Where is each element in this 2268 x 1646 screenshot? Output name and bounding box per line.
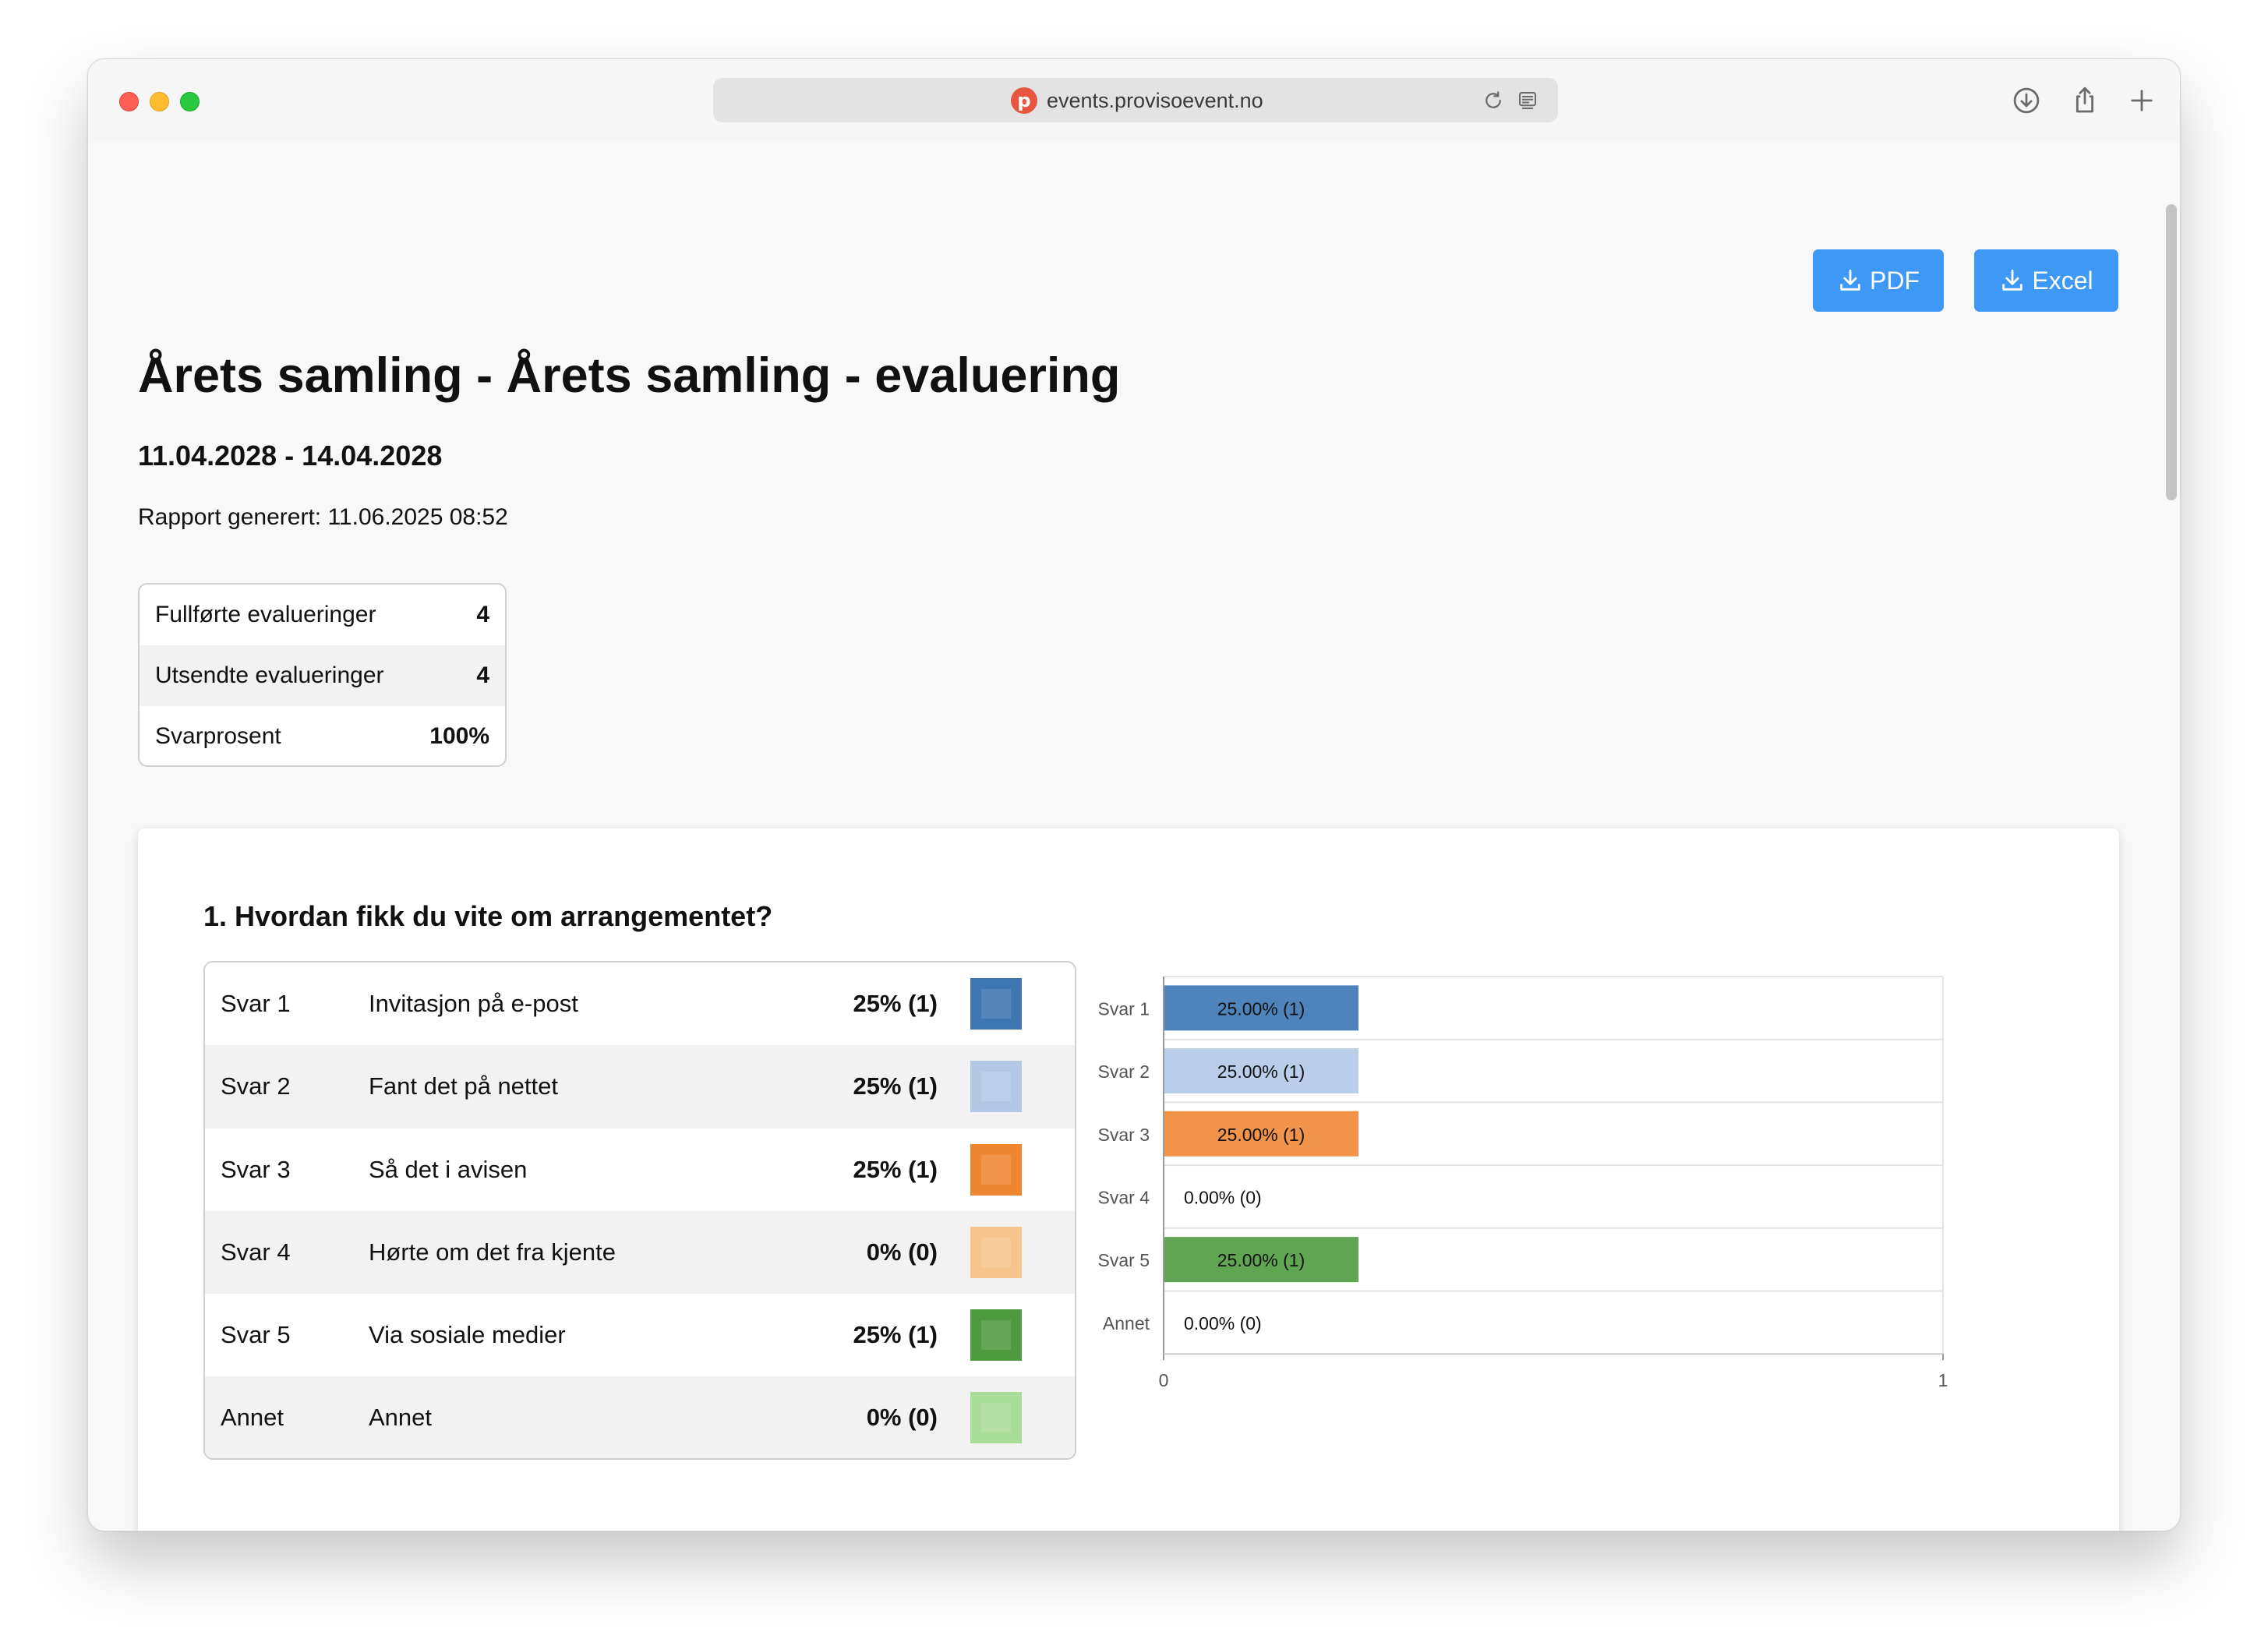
chart-x-tick-label: 0 [1159, 1370, 1169, 1390]
answer-key: Svar 2 [221, 1072, 291, 1100]
chart-x-tick-label: 1 [1938, 1370, 1948, 1390]
stat-value: 100% [429, 723, 489, 749]
answer-key: Svar 1 [221, 990, 291, 1017]
chart-category-label: Svar 3 [1098, 1125, 1150, 1145]
answers-table: Svar 1 Invitasjon på e-post 25% (1) Svar… [203, 961, 1076, 1460]
report-generated: Rapport generert: 11.06.2025 08:52 [138, 504, 508, 530]
answer-color-swatch [970, 1226, 1022, 1278]
chart-category-label: Svar 1 [1098, 998, 1150, 1019]
answer-color-swatch [970, 1309, 1022, 1362]
answer-row: Svar 1 Invitasjon på e-post 25% (1) [205, 963, 1075, 1045]
answer-color-swatch [970, 978, 1022, 1030]
answer-key: Annet [221, 1404, 284, 1432]
downloads-icon[interactable] [2010, 84, 2043, 117]
stat-row: Svarprosent 100% [140, 706, 505, 765]
stat-row: Fullførte evalueringer 4 [140, 585, 505, 645]
answer-percent: 25% (1) [853, 1155, 938, 1183]
answer-text: Annet [369, 1404, 433, 1432]
chart-category-label: Svar 5 [1098, 1250, 1150, 1270]
chart-category-label: Annet [1103, 1313, 1150, 1333]
answers-bar-chart: 25.00% (1) Svar 1 25.00% (1) Svar 2 25.00% (… [1098, 976, 1948, 1390]
download-icon [2002, 269, 2023, 291]
answer-color-swatch-inner [981, 1320, 1011, 1351]
download-excel-button[interactable]: Excel [1974, 249, 2118, 312]
chart-category-label: Svar 4 [1098, 1187, 1150, 1207]
answer-text: Invitasjon på e-post [369, 990, 578, 1017]
answer-percent: 0% (0) [866, 1238, 938, 1266]
address-url[interactable]: events.provisoevent.no [1047, 87, 1263, 114]
answer-text: Fant det på nettet [369, 1072, 559, 1100]
site-favicon-icon: p [1011, 87, 1037, 114]
stats-table: Fullførte evalueringer 4 Utsendte evalue… [138, 583, 507, 767]
chart-data-label: 0.00% (0) [1184, 1187, 1262, 1207]
answer-color-swatch-inner [981, 1154, 1011, 1185]
chart-data-label: 25.00% (1) [1217, 1250, 1305, 1270]
answer-color-swatch [970, 1392, 1022, 1444]
reader-mode-icon[interactable] [1516, 89, 1539, 112]
answer-color-swatch-inner [981, 1072, 1011, 1102]
stat-label: Utsendte evalueringer [155, 662, 384, 688]
page-title: Årets samling - Årets samling - evalueri… [138, 348, 1121, 403]
event-dates: 11.04.2028 - 14.04.2028 [138, 440, 443, 472]
chart-category-label: Svar 2 [1098, 1061, 1150, 1082]
answer-row: Svar 2 Fant det på nettet 25% (1) [205, 1045, 1075, 1129]
pdf-button-label: PDF [1870, 266, 1920, 295]
answer-percent: 0% (0) [866, 1404, 938, 1432]
chart-data-label: 25.00% (1) [1217, 1061, 1305, 1082]
stat-value: 4 [476, 662, 489, 688]
answer-color-swatch-inner [981, 1403, 1011, 1433]
reload-icon[interactable] [1482, 89, 1505, 112]
answer-text: Via sosiale medier [369, 1321, 566, 1349]
browser-window: p events.provisoevent.no PDF Excel Årets… [87, 58, 2181, 1531]
answer-text: Hørte om det fra kjente [369, 1238, 616, 1266]
answer-percent: 25% (1) [853, 1072, 938, 1100]
question-card: 1. Hvordan fikk du vite om arrangementet… [138, 828, 2119, 1531]
answer-color-swatch-inner [981, 989, 1011, 1019]
answer-row: Svar 5 Via sosiale medier 25% (1) [205, 1294, 1075, 1376]
answer-percent: 25% (1) [853, 990, 938, 1017]
question-title: 1. Hvordan fikk du vite om arrangementet… [203, 900, 773, 932]
excel-button-label: Excel [2032, 266, 2093, 295]
answer-row: Annet Annet 0% (0) [205, 1376, 1075, 1458]
answer-percent: 25% (1) [853, 1321, 938, 1349]
answer-color-swatch-inner [981, 1237, 1011, 1267]
download-icon [1840, 269, 1860, 291]
download-pdf-button[interactable]: PDF [1813, 249, 1944, 312]
stat-label: Fullførte evalueringer [155, 602, 376, 627]
zoom-window-button[interactable] [180, 92, 200, 111]
answer-row: Svar 4 Hørte om det fra kjente 0% (0) [205, 1210, 1075, 1295]
close-window-button[interactable] [119, 92, 139, 111]
answer-color-swatch [970, 1061, 1022, 1113]
new-tab-icon[interactable] [2125, 84, 2158, 117]
page-content: PDF Excel Årets samling - Årets samling … [88, 142, 2161, 1531]
scrollbar[interactable] [2161, 142, 2180, 1531]
browser-titlebar: p events.provisoevent.no [88, 59, 2180, 142]
minimize-window-button[interactable] [150, 92, 169, 111]
share-icon[interactable] [2068, 84, 2101, 117]
answer-row: Svar 3 Så det i avisen 25% (1) [205, 1129, 1075, 1211]
stat-label: Svarprosent [155, 723, 281, 749]
answer-key: Svar 4 [221, 1238, 291, 1266]
scrollbar-thumb[interactable] [2166, 204, 2177, 500]
answer-key: Svar 5 [221, 1321, 291, 1349]
stat-row: Utsendte evalueringer 4 [140, 645, 505, 706]
chart-data-label: 25.00% (1) [1217, 1125, 1305, 1145]
chart-data-label: 25.00% (1) [1217, 998, 1305, 1019]
answer-color-swatch [970, 1143, 1022, 1196]
address-bar[interactable]: p events.provisoevent.no [713, 78, 1558, 122]
stat-value: 4 [476, 602, 489, 627]
answer-key: Svar 3 [221, 1155, 291, 1183]
answer-text: Så det i avisen [369, 1155, 528, 1183]
chart-data-label: 0.00% (0) [1184, 1313, 1262, 1333]
